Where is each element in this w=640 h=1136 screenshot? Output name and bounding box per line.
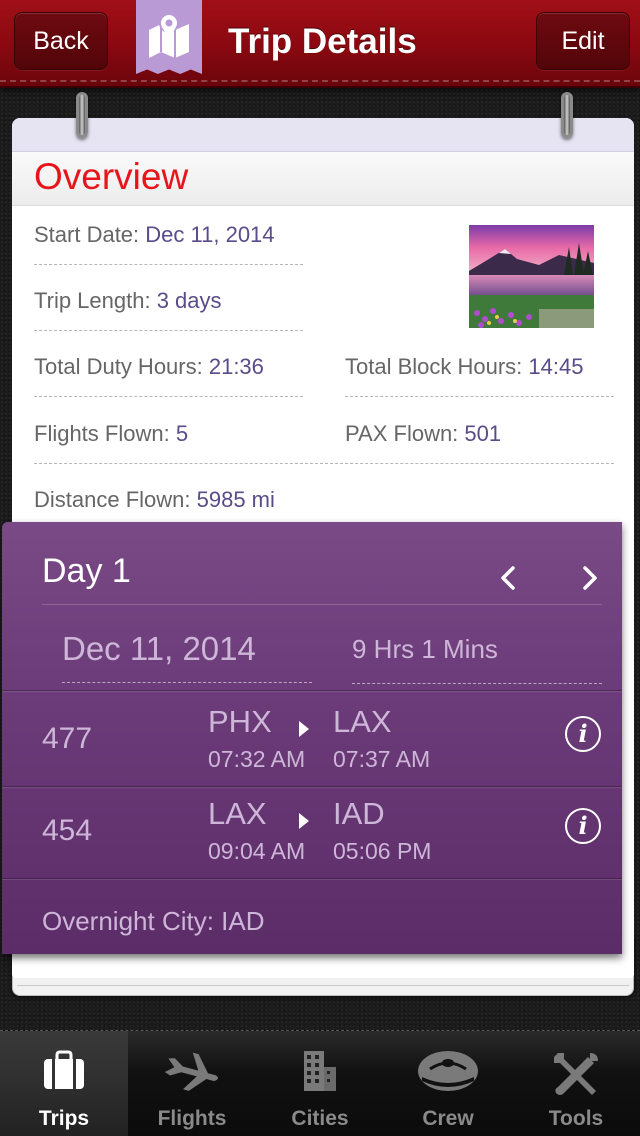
pilot-cap-icon bbox=[384, 1049, 512, 1099]
total-block-hours-label: Total Block Hours: bbox=[345, 354, 529, 379]
pax-flown-label: PAX Flown: bbox=[345, 421, 465, 446]
distance-flown-label: Distance Flown: bbox=[34, 487, 197, 512]
tab-cities[interactable]: Cities bbox=[256, 1031, 384, 1136]
airplane-icon bbox=[128, 1049, 256, 1099]
arrival-time: 05:06 PM bbox=[333, 838, 432, 864]
chevron-left-icon[interactable] bbox=[486, 556, 530, 600]
flight-number: 454 bbox=[42, 814, 93, 847]
origin-airport: PHX bbox=[208, 704, 272, 739]
tab-label: Tools bbox=[548, 1107, 604, 1130]
start-date-field: Start Date: Dec 11, 2014 bbox=[34, 222, 303, 265]
divider bbox=[2, 690, 622, 691]
departure-time: 09:04 AM bbox=[208, 838, 306, 864]
day-duration[interactable]: 9 Hrs 1 Mins bbox=[352, 634, 602, 684]
day-panel: Day 1 Dec 11, 2014 9 Hrs 1 Mins 477 PHX … bbox=[2, 522, 622, 954]
buildings-icon bbox=[256, 1049, 384, 1099]
flight-row[interactable]: 477 PHX LAX 07:32 AM 07:37 AM i bbox=[2, 694, 622, 784]
flights-flown-value: 5 bbox=[175, 421, 189, 446]
tab-label: Crew bbox=[422, 1107, 474, 1130]
tab-trips[interactable]: Trips bbox=[0, 1031, 128, 1136]
total-block-hours-field: Total Block Hours: 14:45 bbox=[345, 354, 614, 397]
start-date-label: Start Date: bbox=[34, 222, 146, 247]
destination-airport: IAD bbox=[333, 796, 385, 831]
overview-title: Overview bbox=[34, 156, 189, 197]
edit-button[interactable]: Edit bbox=[536, 12, 630, 70]
page-title: Trip Details bbox=[228, 22, 417, 61]
overnight-city: Overnight City: IAD bbox=[42, 906, 265, 936]
suitcase-icon bbox=[0, 1049, 128, 1099]
day-title: Day 1 bbox=[42, 552, 131, 590]
binder-ring-right bbox=[561, 92, 573, 138]
flights-flown-label: Flights Flown: bbox=[34, 421, 176, 446]
distance-flown-field: Distance Flown: 5985 mi bbox=[34, 487, 275, 513]
arrival-time: 07:37 AM bbox=[333, 746, 431, 772]
tools-icon bbox=[512, 1049, 640, 1099]
flight-row[interactable]: 454 LAX IAD 09:04 AM 05:06 PM i bbox=[2, 786, 622, 876]
flight-number: 477 bbox=[42, 722, 93, 755]
pax-flown-value: 501 bbox=[464, 421, 502, 446]
flights-flown-row: Flights Flown: 5 bbox=[34, 421, 614, 464]
map-pin-icon bbox=[136, 0, 202, 74]
start-date-value: Dec 11, 2014 bbox=[145, 222, 275, 247]
tab-crew[interactable]: Crew bbox=[384, 1031, 512, 1136]
trip-length-field: Trip Length: 3 days bbox=[34, 288, 303, 331]
binder-ring-left bbox=[76, 92, 88, 138]
divider bbox=[42, 604, 602, 605]
chevron-right-icon[interactable] bbox=[568, 556, 612, 600]
trip-photo[interactable] bbox=[469, 225, 594, 328]
nav-bar: Back Trip Details Edit bbox=[0, 0, 640, 88]
total-duty-hours-value: 21:36 bbox=[208, 354, 264, 379]
trip-length-value: 3 days bbox=[156, 288, 222, 313]
trip-length-label: Trip Length: bbox=[34, 288, 157, 313]
pax-flown-field: PAX Flown: 501 bbox=[345, 421, 501, 447]
total-block-hours-value: 14:45 bbox=[528, 354, 584, 379]
origin-airport: LAX bbox=[208, 796, 267, 831]
info-icon[interactable]: i bbox=[565, 808, 601, 844]
tab-label: Flights bbox=[157, 1107, 227, 1130]
card-top-strip bbox=[12, 118, 634, 152]
tab-label: Cities bbox=[291, 1107, 349, 1130]
distance-flown-value: 5985 mi bbox=[196, 487, 275, 512]
destination-airport: LAX bbox=[333, 704, 392, 739]
day-date[interactable]: Dec 11, 2014 bbox=[62, 630, 312, 683]
tab-tools[interactable]: Tools bbox=[512, 1031, 640, 1136]
info-icon[interactable]: i bbox=[565, 716, 601, 752]
divider bbox=[2, 878, 622, 879]
route-arrow-icon bbox=[299, 721, 309, 737]
tab-flights[interactable]: Flights bbox=[128, 1031, 256, 1136]
total-duty-hours-field: Total Duty Hours: 21:36 bbox=[34, 354, 303, 397]
tab-bar: Trips Flights Cities Crew Tools bbox=[0, 1030, 640, 1136]
total-duty-hours-label: Total Duty Hours: bbox=[34, 354, 209, 379]
departure-time: 07:32 AM bbox=[208, 746, 306, 772]
tab-label: Trips bbox=[38, 1107, 90, 1130]
route-arrow-icon bbox=[299, 813, 309, 829]
back-button[interactable]: Back bbox=[14, 12, 108, 70]
